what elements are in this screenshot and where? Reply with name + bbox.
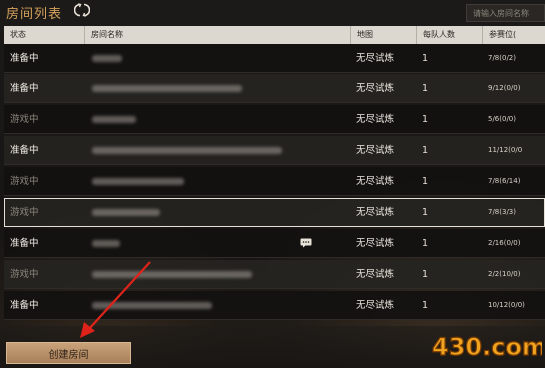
- redacted-name: [92, 240, 120, 247]
- column-header-team-size[interactable]: 每队人数: [416, 26, 482, 44]
- row-status: 准备中: [10, 300, 39, 311]
- redacted-name: [92, 55, 122, 62]
- row-slots: 11/12(0/0: [488, 146, 523, 154]
- table-row[interactable]: 准备中 无尽试炼 1 9/12(0/0): [4, 74, 545, 103]
- redacted-name: [92, 209, 160, 216]
- redacted-name: [92, 85, 242, 92]
- row-map: 无尽试炼: [356, 83, 395, 94]
- row-status: 准备中: [10, 83, 39, 94]
- column-header-room-name[interactable]: 房间名称: [84, 26, 350, 44]
- redacted-name: [92, 116, 136, 123]
- row-team-size: 1: [422, 145, 429, 156]
- row-team-size: 1: [422, 83, 429, 94]
- header-bar: 房间列表: [0, 0, 545, 26]
- row-slots: 2/2(10/0): [488, 270, 521, 278]
- row-map: 无尽试炼: [356, 145, 395, 156]
- row-room-name: [84, 74, 350, 103]
- redacted-name: [92, 271, 252, 278]
- table-row[interactable]: 游戏中 无尽试炼 1 5/6(0/0): [4, 105, 545, 134]
- row-map: 无尽试炼: [356, 53, 395, 64]
- row-status: 游戏中: [10, 207, 39, 218]
- row-team-size: 1: [422, 207, 429, 218]
- table-row[interactable]: 准备中 无尽试炼 1 2/16(0/0): [4, 229, 545, 258]
- row-slots: 7/8(3/3): [488, 208, 516, 216]
- row-map: 无尽试炼: [356, 300, 395, 311]
- row-team-size: 1: [422, 176, 429, 187]
- row-map: 无尽试炼: [356, 176, 395, 187]
- redacted-name: [92, 147, 282, 154]
- row-slots: 10/12(0/0): [488, 301, 525, 309]
- row-slots: 7/8(6/14): [488, 177, 521, 185]
- table-row-selected[interactable]: 游戏中 无尽试炼 1 7/8(3/3): [4, 198, 545, 227]
- table-row[interactable]: 准备中 无尽试炼 1 7/8(0/2): [4, 44, 545, 73]
- row-status: 游戏中: [10, 114, 39, 125]
- row-slots: 9/12(0/0): [488, 84, 521, 92]
- row-team-size: 1: [422, 114, 429, 125]
- room-table: 状态 房间名称 地图 每队人数 参赛位( 准备中 无尽试炼 1 7/8(0/2)…: [4, 26, 545, 320]
- row-status: 游戏中: [10, 176, 39, 187]
- room-list-screen: 房间列表 状态 房间名称 地图 每队人数 参赛位( 准备中 无尽试炼 1 7/8…: [0, 0, 545, 368]
- row-team-size: 1: [422, 238, 429, 249]
- row-room-name: [84, 167, 350, 196]
- row-team-size: 1: [422, 269, 429, 280]
- room-search-input[interactable]: [466, 4, 545, 22]
- row-team-size: 1: [422, 300, 429, 311]
- chat-icon: [300, 238, 312, 248]
- table-row[interactable]: 准备中 无尽试炼 1 10/12(0/0): [4, 291, 545, 320]
- refresh-icon[interactable]: [72, 2, 92, 20]
- refresh-icon-graphic: [73, 3, 91, 17]
- row-map: 无尽试炼: [356, 114, 395, 125]
- redacted-name: [92, 302, 212, 309]
- row-map: 无尽试炼: [356, 238, 395, 249]
- watermark-logo: 430.com: [431, 332, 545, 361]
- row-room-name: [84, 198, 350, 227]
- row-slots: 5/6(0/0): [488, 115, 516, 123]
- row-status: 准备中: [10, 238, 39, 249]
- row-status: 准备中: [10, 145, 39, 156]
- row-room-name: [84, 291, 350, 320]
- watermark-text: 430.com: [432, 333, 542, 361]
- row-slots: 2/16(0/0): [488, 239, 521, 247]
- table-header: 状态 房间名称 地图 每队人数 参赛位(: [4, 26, 545, 44]
- redacted-name: [92, 178, 184, 185]
- row-status: 游戏中: [10, 269, 39, 280]
- table-row[interactable]: 游戏中 无尽试炼 1 2/2(10/0): [4, 260, 545, 289]
- row-map: 无尽试炼: [356, 207, 395, 218]
- table-row[interactable]: 游戏中 无尽试炼 1 7/8(6/14): [4, 167, 545, 196]
- row-status: 准备中: [10, 53, 39, 64]
- column-header-slots[interactable]: 参赛位(: [482, 26, 545, 44]
- column-header-status[interactable]: 状态: [4, 26, 84, 44]
- row-room-name: [84, 105, 350, 134]
- row-room-name: [84, 260, 350, 289]
- row-team-size: 1: [422, 53, 429, 64]
- create-room-button[interactable]: 创建房间: [6, 342, 131, 364]
- row-room-name: [84, 136, 350, 165]
- row-map: 无尽试炼: [356, 269, 395, 280]
- table-row[interactable]: 准备中 无尽试炼 1 11/12(0/0: [4, 136, 545, 165]
- row-room-name: [84, 44, 350, 73]
- row-slots: 7/8(0/2): [488, 54, 516, 62]
- page-title: 房间列表: [6, 7, 63, 22]
- column-header-map[interactable]: 地图: [350, 26, 416, 44]
- 430-logo-icon: 430.com: [430, 330, 545, 364]
